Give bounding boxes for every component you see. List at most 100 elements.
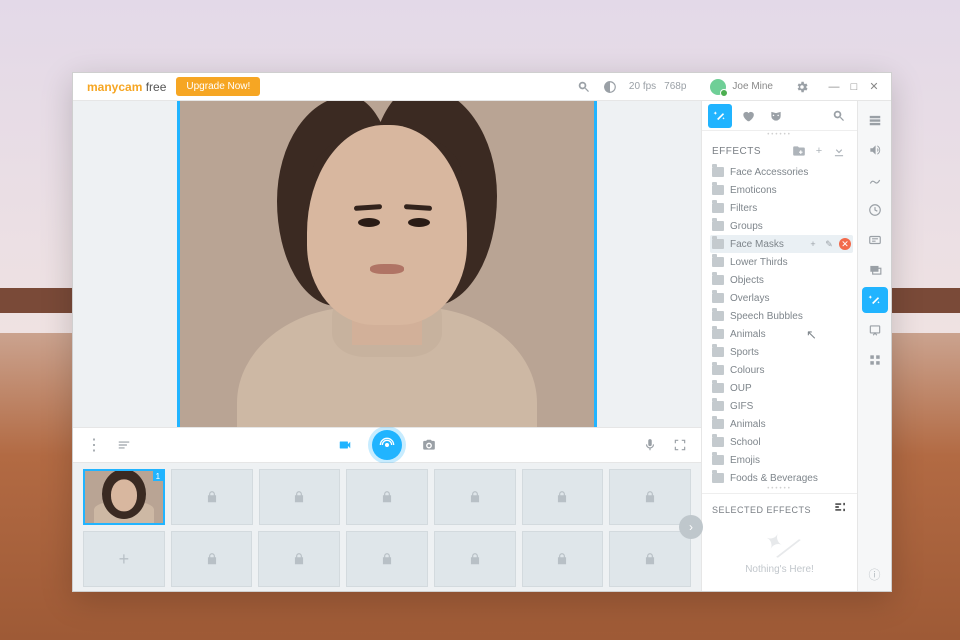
- slot-locked[interactable]: [259, 469, 341, 525]
- effects-item[interactable]: Filters: [710, 199, 853, 217]
- tab-masks[interactable]: [764, 104, 788, 128]
- effects-item-label: Emoticons: [730, 185, 777, 196]
- slot-add[interactable]: +: [83, 531, 165, 587]
- snapshot-icon[interactable]: [418, 434, 440, 456]
- effects-list[interactable]: Face AccessoriesEmoticonsFiltersGroupsFa…: [702, 163, 857, 485]
- close-button[interactable]: ✕: [867, 80, 881, 94]
- fullscreen-icon[interactable]: [669, 434, 691, 456]
- window-controls: — □ ✕: [827, 80, 881, 94]
- upgrade-button[interactable]: Upgrade Now!: [176, 77, 260, 96]
- rail-info-icon[interactable]: ⓘ: [862, 561, 888, 587]
- add-effect-icon[interactable]: +: [811, 143, 827, 159]
- selected-effects-section: SELECTED EFFECTS ✦╱ Nothing's Here!: [702, 493, 857, 591]
- slot-locked[interactable]: [434, 469, 516, 525]
- maximize-button[interactable]: □: [847, 80, 861, 94]
- rail-presets-icon[interactable]: [862, 107, 888, 133]
- effects-item[interactable]: Groups: [710, 217, 853, 235]
- user-area[interactable]: Joe Mine: [710, 79, 773, 95]
- slot-locked[interactable]: [171, 531, 253, 587]
- video-canvas[interactable]: [177, 101, 597, 427]
- effects-item-label: Lower Thirds: [730, 257, 788, 268]
- effects-panel: •••••• EFFECTS + Face Accessories Emotico…: [701, 101, 857, 591]
- effects-item[interactable]: Lower Thirds: [710, 253, 853, 271]
- slot-locked[interactable]: [346, 531, 428, 587]
- slot-locked[interactable]: [258, 531, 340, 587]
- effects-item[interactable]: Face Masks+✎✕: [710, 235, 853, 253]
- effects-item[interactable]: Emoticons: [710, 181, 853, 199]
- rail-overlay-icon[interactable]: [862, 257, 888, 283]
- empty-text: Nothing's Here!: [745, 564, 814, 575]
- effects-item[interactable]: GIFS: [710, 397, 853, 415]
- slot-1[interactable]: 1: [83, 469, 165, 525]
- new-folder-icon[interactable]: [791, 143, 807, 159]
- item-delete-icon[interactable]: ✕: [839, 238, 851, 250]
- folder-icon: [712, 203, 724, 213]
- rail-apps-icon[interactable]: [862, 347, 888, 373]
- slot-locked[interactable]: [609, 469, 691, 525]
- effects-item-label: Animals: [730, 329, 766, 340]
- brightness-icon[interactable]: [599, 76, 621, 98]
- folder-icon: [712, 293, 724, 303]
- slot-locked[interactable]: [522, 469, 604, 525]
- slot-locked[interactable]: [434, 531, 516, 587]
- slot-locked[interactable]: [522, 531, 604, 587]
- selected-effects-settings-icon[interactable]: [833, 500, 847, 519]
- effects-item-label: Foods & Beverages: [730, 473, 818, 484]
- effects-item[interactable]: Colours: [710, 361, 853, 379]
- item-add-icon[interactable]: +: [807, 238, 819, 250]
- effects-heading-row: EFFECTS +: [702, 139, 857, 163]
- settings-icon[interactable]: [791, 76, 813, 98]
- effects-item[interactable]: Emojis: [710, 451, 853, 469]
- more-icon[interactable]: ⋮: [83, 434, 105, 456]
- mic-icon[interactable]: [639, 434, 661, 456]
- effects-item[interactable]: Speech Bubbles: [710, 307, 853, 325]
- effects-item[interactable]: Overlays: [710, 289, 853, 307]
- video-icon[interactable]: [334, 434, 356, 456]
- effects-tabs: [702, 101, 857, 131]
- search-icon[interactable]: [573, 76, 595, 98]
- folder-icon: [712, 473, 724, 483]
- rail-audio-icon[interactable]: [862, 137, 888, 163]
- effects-heading: EFFECTS: [712, 146, 761, 157]
- slot-locked[interactable]: [346, 469, 428, 525]
- layers-icon[interactable]: [113, 434, 135, 456]
- rail-draw-icon[interactable]: [862, 167, 888, 193]
- effects-item-label: Face Accessories: [730, 167, 808, 178]
- effects-item-label: Objects: [730, 275, 764, 286]
- rail-effects-icon[interactable]: [862, 287, 888, 313]
- effects-item[interactable]: OUP: [710, 379, 853, 397]
- download-effect-icon[interactable]: [831, 143, 847, 159]
- effects-item-label: Sports: [730, 347, 759, 358]
- effects-item[interactable]: Animals↖: [710, 325, 853, 343]
- tab-wand[interactable]: [708, 104, 732, 128]
- effects-item-label: GIFS: [730, 401, 753, 412]
- portrait-image: [180, 101, 594, 427]
- slot-locked[interactable]: [609, 531, 691, 587]
- rail-time-icon[interactable]: [862, 197, 888, 223]
- effects-item[interactable]: Face Accessories: [710, 163, 853, 181]
- effects-item[interactable]: Objects: [710, 271, 853, 289]
- minimize-button[interactable]: —: [827, 80, 841, 94]
- effects-item[interactable]: Animals: [710, 415, 853, 433]
- broadcast-button[interactable]: [372, 430, 402, 460]
- slot-locked[interactable]: [171, 469, 253, 525]
- effects-item[interactable]: School: [710, 433, 853, 451]
- right-rail: ⓘ: [857, 101, 891, 591]
- slots-next-button[interactable]: ›: [679, 515, 703, 539]
- source-slots: 1 + ›: [73, 463, 701, 591]
- effects-search-icon[interactable]: [827, 104, 851, 128]
- fps-readout: 20 fps: [629, 81, 656, 92]
- selected-effects-empty: ✦╱ Nothing's Here!: [712, 519, 847, 587]
- item-edit-icon[interactable]: ✎: [823, 238, 835, 250]
- app-window: manycam free Upgrade Now! 20 fps 768p Jo…: [72, 72, 892, 592]
- folder-icon: [712, 275, 724, 285]
- rail-text-icon[interactable]: [862, 227, 888, 253]
- tab-favorites[interactable]: [736, 104, 760, 128]
- effects-item-label: Speech Bubbles: [730, 311, 803, 322]
- rail-whiteboard-icon[interactable]: [862, 317, 888, 343]
- main-area: ⋮ 1: [73, 101, 701, 591]
- panel-grip[interactable]: ••••••: [702, 485, 857, 493]
- effects-item[interactable]: Sports: [710, 343, 853, 361]
- effects-item[interactable]: Foods & Beverages: [710, 469, 853, 485]
- panel-grip[interactable]: ••••••: [702, 131, 857, 139]
